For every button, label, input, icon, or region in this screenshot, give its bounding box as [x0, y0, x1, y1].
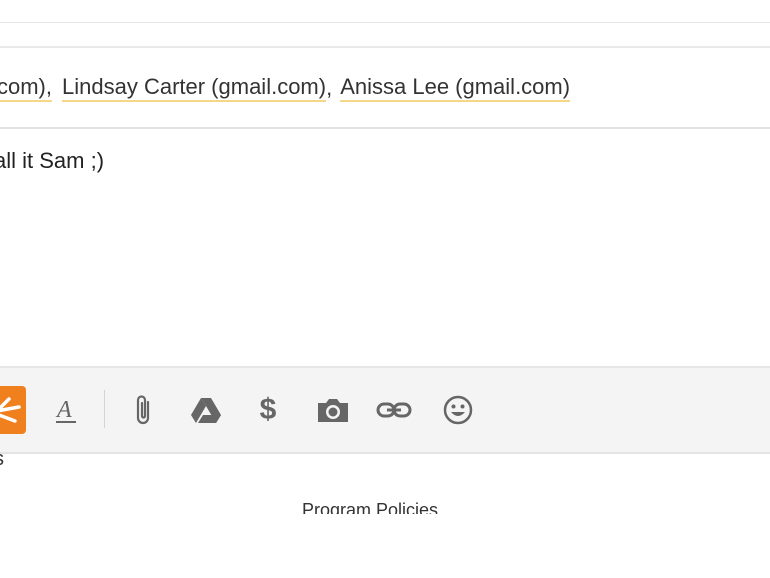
insert-emoji-button[interactable]	[438, 390, 478, 430]
compose-toolbar: A $	[0, 366, 770, 454]
attach-icon	[136, 395, 150, 425]
dollar-icon: $	[259, 393, 277, 426]
toolbar-divider	[104, 390, 105, 428]
send-icon	[0, 397, 21, 423]
insert-photo-button[interactable]	[313, 390, 353, 430]
link-icon	[376, 402, 412, 418]
drive-button[interactable]	[186, 390, 226, 430]
recipient-chip[interactable]: Lindsay Carter (gmail.com)	[62, 74, 327, 102]
message-body[interactable]: all it Sam ;)	[0, 148, 104, 174]
insert-link-button[interactable]	[374, 390, 414, 430]
send-button[interactable]	[0, 386, 26, 434]
header-divider	[0, 46, 770, 48]
recipient-separator: ,	[326, 75, 333, 100]
recipient-chip-partial[interactable]: l.com),	[0, 74, 52, 102]
svg-text:A: A	[55, 397, 72, 423]
attach-button[interactable]	[124, 390, 164, 430]
stray-text: s	[0, 448, 4, 471]
camera-icon	[318, 399, 348, 422]
format-text-button[interactable]: A	[46, 390, 86, 430]
recipients-field[interactable]: l.com), Lindsay Carter (gmail.com) , Ani…	[0, 58, 770, 118]
send-money-button[interactable]: $	[248, 390, 288, 430]
format-text-icon: A	[55, 397, 76, 423]
emoji-icon	[443, 395, 473, 425]
recipients-divider	[0, 127, 770, 129]
drive-icon	[191, 398, 221, 423]
top-divider	[0, 22, 770, 23]
program-policies-link[interactable]: Program Policies	[302, 498, 438, 514]
recipient-chip[interactable]: Anissa Lee (gmail.com)	[340, 74, 571, 102]
